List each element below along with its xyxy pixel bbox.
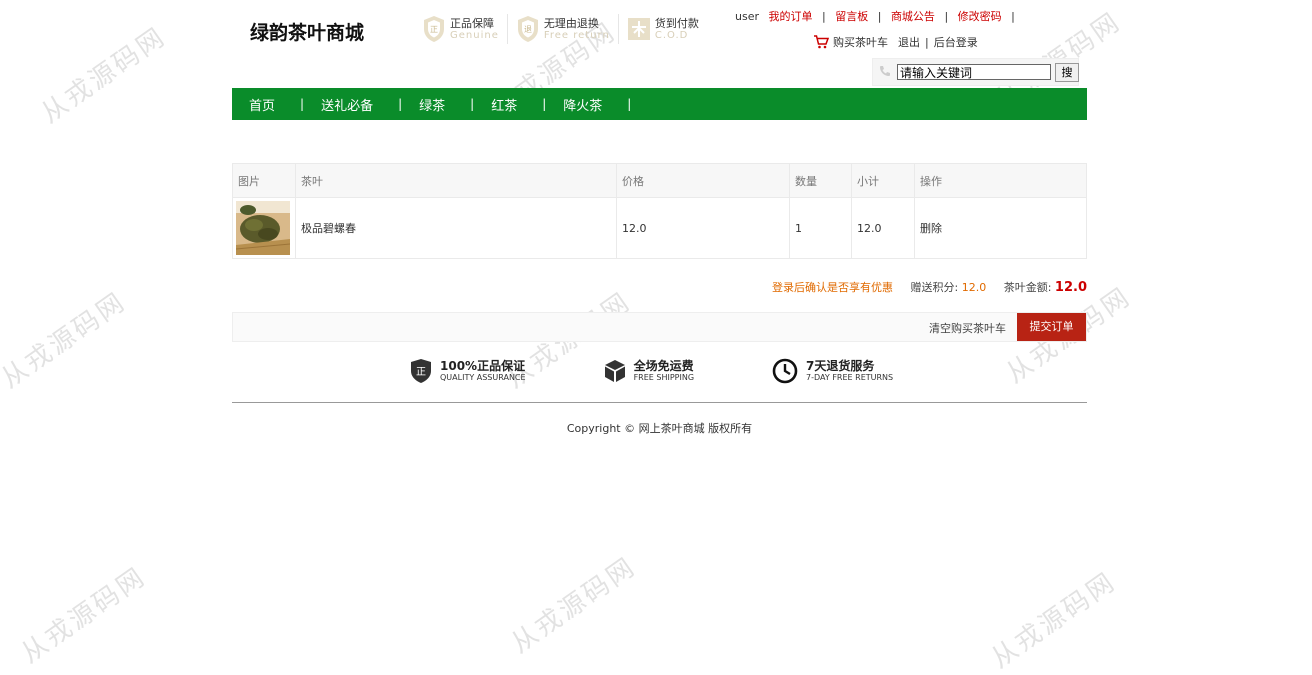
cod-icon — [627, 18, 650, 40]
feature-shipping: 全场免运费 FREE SHIPPING — [604, 358, 694, 384]
amount-label: 茶叶金额: — [1003, 281, 1052, 294]
link-my-orders[interactable]: 我的订单 — [769, 10, 813, 23]
badge-subtitle: Genuine — [450, 29, 499, 41]
col-header-action: 操作 — [914, 163, 1087, 198]
badge-subtitle: Free return — [543, 29, 610, 41]
feature-subtitle: FREE SHIPPING — [633, 373, 695, 382]
nav-separator: | — [1011, 10, 1015, 23]
feature-title: 7天退货服务 — [806, 359, 875, 373]
feature-title: 100%正品保证 — [440, 359, 526, 373]
phone-icon — [880, 66, 890, 76]
badge-title: 货到付款 — [654, 16, 699, 30]
nav-separator: | — [925, 35, 929, 49]
table-header-row: 图片 茶叶 价格 数量 小计 操作 — [232, 163, 1087, 198]
badge-title: 无理由退换 — [543, 16, 599, 30]
search-button[interactable]: 搜 — [1055, 63, 1079, 82]
clock-icon — [772, 358, 798, 384]
amount-value: 12.0 — [1054, 280, 1087, 295]
feature-returns: 7天退货服务 7-DAY FREE RETURNS — [772, 358, 893, 384]
nav-separator: | — [627, 97, 632, 111]
feature-subtitle: 7-DAY FREE RETURNS — [806, 373, 894, 382]
cell-price: 12.0 — [616, 197, 790, 259]
copyright: Copyright © 网上茶叶商城 版权所有 — [566, 422, 753, 435]
site-logo[interactable]: 绿韵茶叶商城 — [250, 18, 364, 45]
nav-separator: | — [877, 10, 882, 23]
svg-text:正: 正 — [430, 25, 438, 34]
cart-icon — [814, 35, 829, 49]
admin-login-link[interactable]: 后台登录 — [934, 34, 978, 50]
nav-gifts[interactable]: 送礼必备 — [304, 95, 373, 114]
col-header-qty: 数量 — [789, 163, 852, 198]
feature-quality: 正 100%正品保证 QUALITY ASSURANCE — [410, 358, 526, 384]
points-value: 12.0 — [961, 281, 987, 294]
return-shield-icon: 退 — [517, 16, 538, 42]
col-header-tea: 茶叶 — [295, 163, 617, 198]
link-change-password[interactable]: 修改密码 — [958, 10, 1002, 23]
cart-line: 购买茶叶车 退出 | 后台登录 — [813, 34, 978, 50]
nav-separator: | — [822, 10, 826, 23]
svg-text:正: 正 — [416, 367, 426, 378]
nav-black-tea[interactable]: 红茶 — [474, 95, 517, 114]
cell-qty: 1 — [789, 197, 852, 259]
watermark: 从戎源码网 — [15, 561, 152, 670]
watermark: 从戎源码网 — [985, 566, 1122, 675]
username: user — [735, 10, 759, 23]
badge-title: 正品保障 — [450, 16, 494, 30]
badge-genuine: 正 正品保障 Genuine — [422, 14, 499, 44]
logout-link[interactable]: 退出 — [898, 34, 920, 50]
link-message-board[interactable]: 留言板 — [835, 10, 868, 23]
divider — [617, 14, 619, 44]
cart-link[interactable]: 购买茶叶车 — [833, 34, 888, 50]
box-icon — [604, 360, 625, 382]
col-header-subtotal: 小计 — [851, 163, 915, 198]
product-thumbnail[interactable] — [236, 201, 290, 255]
search-box: 搜 — [872, 58, 1079, 86]
badge-free-return: 退 无理由退换 Free return — [516, 14, 610, 44]
promo-note: 登录后确认是否享有优惠 — [771, 281, 893, 294]
nav-home[interactable]: 首页 — [232, 95, 275, 114]
submit-order-button[interactable]: 提交订单 — [1017, 313, 1086, 341]
points-label: 赠送积分: — [910, 281, 959, 294]
delete-button[interactable]: 删除 — [914, 197, 1087, 259]
cell-image — [232, 197, 296, 259]
order-summary: 登录后确认是否享有优惠 赠送积分: 12.0 茶叶金额: 12.0 — [772, 279, 1087, 295]
nav-separator: | — [944, 10, 949, 23]
col-header-image: 图片 — [232, 163, 296, 198]
divider — [506, 14, 508, 44]
cell-subtotal: 12.0 — [851, 197, 915, 259]
watermark: 从戎源码网 — [505, 551, 642, 660]
main-nav: 首页 | 送礼必备 | 绿茶 | 红茶 | 降火茶 | — [232, 88, 1087, 120]
nav-green-tea[interactable]: 绿茶 — [402, 95, 445, 114]
svg-text:退: 退 — [524, 25, 532, 34]
footer-divider — [232, 402, 1087, 403]
watermark: 从戎源码网 — [0, 286, 132, 395]
badge-cod: 货到付款 C.O.D — [627, 14, 699, 44]
shield-icon: 正 — [411, 359, 431, 383]
shield-icon: 正 — [424, 16, 444, 42]
cell-tea-name[interactable]: 极品碧螺春 — [295, 197, 617, 259]
service-badges: 正 正品保障 Genuine 退 无理由退换 Free return 货到付款 … — [422, 14, 707, 44]
feature-title: 全场免运费 — [633, 359, 694, 373]
search-input[interactable] — [897, 64, 1051, 80]
feature-subtitle: QUALITY ASSURANCE — [440, 373, 526, 382]
watermark: 从戎源码网 — [35, 21, 172, 130]
cart-actions: 清空购买茶叶车 提交订单 — [232, 312, 1087, 342]
badge-subtitle: C.O.D — [654, 29, 689, 41]
top-user-nav: user 我的订单 | 留言板 | 商城公告 | 修改密码 | — [735, 8, 1021, 24]
clear-cart-button[interactable]: 清空购买茶叶车 — [929, 320, 1006, 336]
service-features: 正 100%正品保证 QUALITY ASSURANCE 全场免运费 FREE … — [410, 358, 971, 384]
col-header-price: 价格 — [616, 163, 790, 198]
nav-cooling-tea[interactable]: 降火茶 — [546, 95, 602, 114]
link-announcements[interactable]: 商城公告 — [891, 10, 935, 23]
table-row: 极品碧螺春 12.0 1 12.0 删除 — [232, 197, 1087, 259]
cart-table: 图片 茶叶 价格 数量 小计 操作 极品碧螺春 12.0 1 12.0 删除 — [232, 163, 1087, 259]
